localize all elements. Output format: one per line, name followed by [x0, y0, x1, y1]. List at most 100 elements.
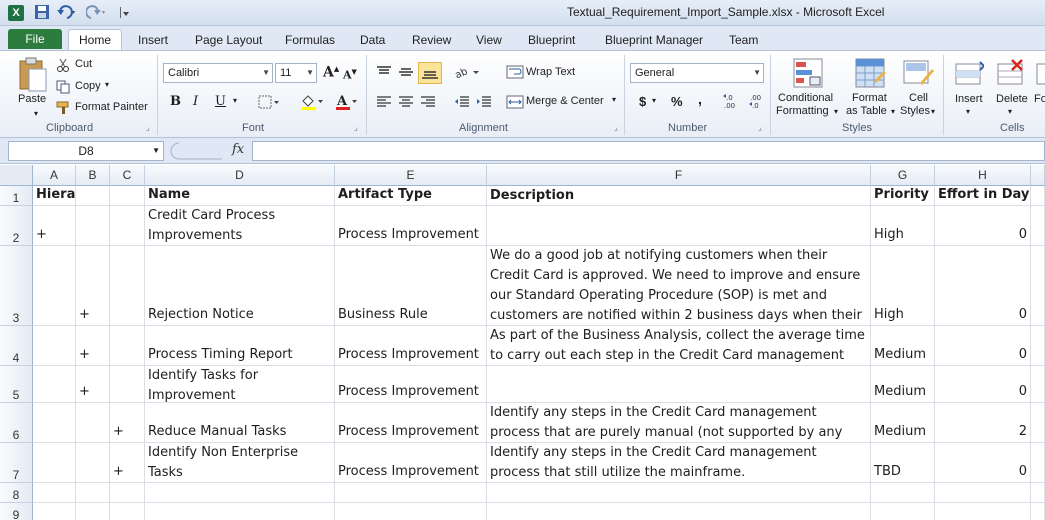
delete-cells-button[interactable]: Delete	[996, 93, 1028, 105]
customize-icon[interactable]	[118, 4, 130, 22]
format-cells-icon[interactable]	[1036, 58, 1045, 91]
cell-g3[interactable]: High	[871, 246, 935, 326]
cell-a2[interactable]: +	[33, 206, 76, 246]
cell-a6[interactable]	[33, 403, 76, 443]
merge-dropdown-icon[interactable]: ▾	[612, 95, 616, 104]
grow-font-icon[interactable]: A▲	[323, 64, 339, 81]
cell-overflow[interactable]	[1031, 206, 1045, 246]
merge-center-icon[interactable]	[506, 95, 524, 112]
paste-button[interactable]: Paste	[18, 93, 46, 105]
header-cell-a[interactable]: Hierarchy	[33, 186, 76, 206]
tab-data[interactable]: Data	[360, 30, 385, 50]
tab-blueprint-manager[interactable]: Blueprint Manager	[605, 30, 703, 50]
insert-dropdown-icon[interactable]: ▾	[966, 107, 970, 116]
save-icon[interactable]	[34, 4, 50, 22]
tab-view[interactable]: View	[476, 30, 502, 50]
cell-a4[interactable]	[33, 326, 76, 366]
cell-overflow[interactable]	[1031, 483, 1045, 503]
align-left-icon[interactable]	[376, 95, 392, 112]
row-header-6[interactable]: 6	[0, 403, 33, 443]
cell-g7[interactable]: TBD	[871, 443, 935, 483]
cell-b9[interactable]	[76, 503, 110, 520]
cell-a7[interactable]	[33, 443, 76, 483]
cell-f6[interactable]: Identify any steps in the Credit Card ma…	[487, 403, 871, 443]
insert-function-icon[interactable]: fx	[232, 142, 244, 157]
row-header-8[interactable]: 8	[0, 483, 33, 503]
cell-g9[interactable]	[871, 503, 935, 520]
cell-overflow[interactable]	[1031, 443, 1045, 483]
cut-icon[interactable]	[56, 58, 70, 75]
cell-c3[interactable]	[110, 246, 145, 326]
tab-file[interactable]: File	[8, 29, 62, 49]
column-header-f[interactable]: F	[487, 165, 871, 186]
format-as-table-button[interactable]: Format	[852, 92, 887, 104]
tab-review[interactable]: Review	[412, 30, 451, 50]
header-cell-c[interactable]	[110, 186, 145, 206]
row-header-5[interactable]: 5	[0, 366, 33, 403]
cell-c8[interactable]	[110, 483, 145, 503]
cell-c9[interactable]	[110, 503, 145, 520]
column-header-a[interactable]: A	[33, 165, 76, 186]
conditional-dropdown-icon[interactable]: ▾	[834, 107, 838, 116]
align-bottom-icon[interactable]	[418, 62, 442, 84]
header-cell-g[interactable]: Priority	[871, 186, 935, 206]
underline-icon[interactable]: U	[215, 94, 226, 109]
align-top-icon[interactable]	[376, 65, 392, 82]
cell-e6[interactable]: Process Improvement	[335, 403, 487, 443]
cell-f8[interactable]	[487, 483, 871, 503]
italic-icon[interactable]: I	[193, 94, 198, 109]
borders-icon[interactable]	[258, 95, 280, 112]
cell-d3[interactable]: Rejection Notice	[145, 246, 335, 326]
currency-button[interactable]: $	[639, 94, 646, 109]
cell-a3[interactable]	[33, 246, 76, 326]
cell-overflow[interactable]	[1031, 186, 1045, 206]
cell-e9[interactable]	[335, 503, 487, 520]
cell-e3[interactable]: Business Rule	[335, 246, 487, 326]
header-cell-h[interactable]: Effort in Days	[935, 186, 1031, 206]
spreadsheet-grid[interactable]: ABCDEFGH 1Hierarchy Name Artifact Type Descr…	[0, 165, 1045, 520]
cell-f5[interactable]	[487, 366, 871, 403]
cell-d7[interactable]: Identify Non Enterprise Tasks	[145, 443, 335, 483]
cell-c6[interactable]: +	[110, 403, 145, 443]
column-header-b[interactable]: B	[76, 165, 110, 186]
cell-c2[interactable]	[110, 206, 145, 246]
cell-overflow[interactable]	[1031, 503, 1045, 520]
font-launcher-icon[interactable]: ⌟	[354, 123, 358, 132]
format-painter-icon[interactable]	[56, 101, 72, 118]
align-right-icon[interactable]	[420, 95, 436, 112]
format-as-table-button-line2[interactable]: as Table	[846, 105, 887, 117]
cell-d2[interactable]: Credit Card Process Improvements	[145, 206, 335, 246]
undo-icon[interactable]	[56, 4, 78, 22]
cell-d5[interactable]: Identify Tasks for Improvement	[145, 366, 335, 403]
cell-f2[interactable]	[487, 206, 871, 246]
tab-team[interactable]: Team	[729, 30, 758, 50]
wrap-text-button[interactable]: Wrap Text	[526, 66, 575, 78]
cut-button[interactable]: Cut	[75, 58, 92, 70]
cell-styles-button[interactable]: Cell	[909, 92, 928, 104]
cell-c4[interactable]	[110, 326, 145, 366]
cell-b4[interactable]: +	[76, 326, 110, 366]
insert-cells-button[interactable]: Insert	[955, 93, 983, 105]
cell-styles-dropdown-icon[interactable]: ▾	[931, 107, 935, 116]
increase-indent-icon[interactable]	[476, 95, 492, 112]
cell-h6[interactable]: 2	[935, 403, 1031, 443]
delete-cells-icon[interactable]	[996, 58, 1026, 91]
column-header-d[interactable]: D	[145, 165, 335, 186]
wrap-text-icon[interactable]	[506, 65, 524, 82]
font-size-select[interactable]: 11 ▼	[275, 63, 317, 83]
formula-input[interactable]	[252, 141, 1045, 161]
cell-e8[interactable]	[335, 483, 487, 503]
cell-f9[interactable]	[487, 503, 871, 520]
column-header-g[interactable]: G	[871, 165, 935, 186]
cell-a8[interactable]	[33, 483, 76, 503]
cell-b8[interactable]	[76, 483, 110, 503]
cell-h3[interactable]: 0	[935, 246, 1031, 326]
underline-dropdown-icon[interactable]: ▾	[233, 96, 237, 105]
column-header-e[interactable]: E	[335, 165, 487, 186]
format-as-table-icon[interactable]	[854, 57, 886, 92]
row-header-2[interactable]: 2	[0, 206, 33, 246]
header-cell-f[interactable]: Description	[487, 186, 871, 206]
currency-dropdown-icon[interactable]: ▾	[652, 96, 656, 105]
excel-app-icon[interactable]: X	[8, 5, 24, 21]
cell-d6[interactable]: Reduce Manual Tasks	[145, 403, 335, 443]
